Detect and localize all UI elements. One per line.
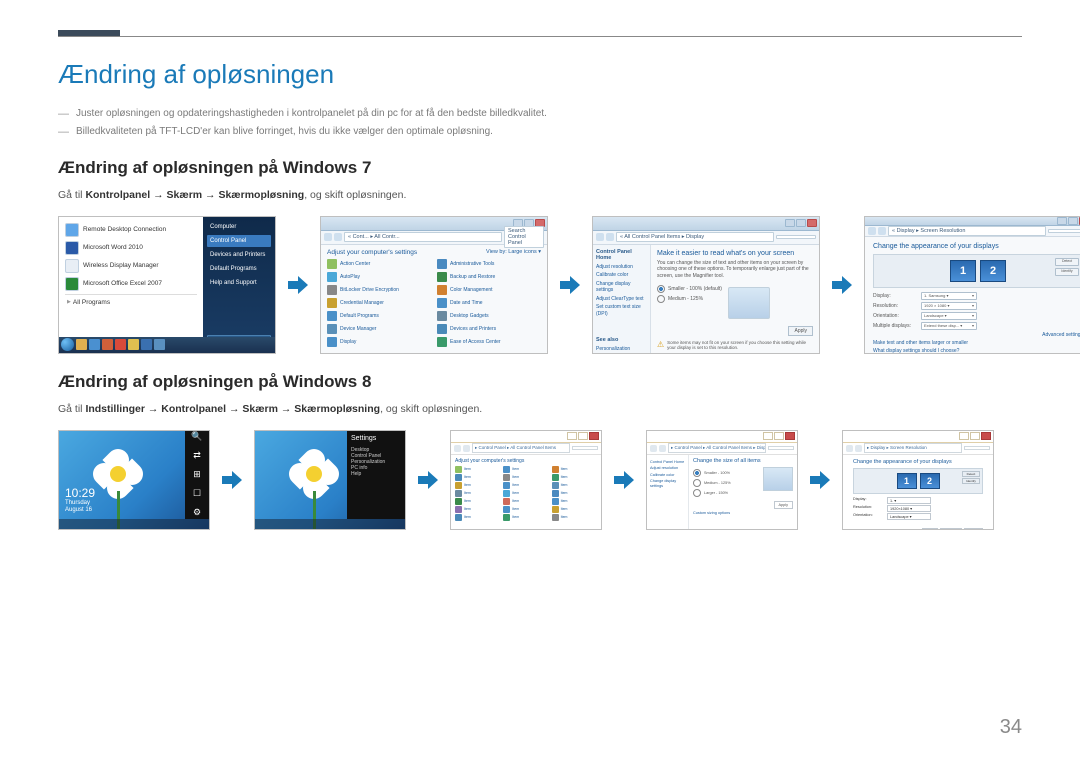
start-menu-item[interactable]: Microsoft Word 2010 (63, 239, 199, 257)
win8-instruction: Gå til Indstillinger → Kontrolpanel → Sk… (58, 402, 1022, 418)
cp-item[interactable]: Credential Manager (327, 297, 431, 309)
start-menu-item[interactable]: Wireless Display Manager (63, 257, 199, 275)
win7-instruction: Gå til Kontrolpanel → Skærm → Skærmopløs… (58, 188, 1022, 204)
win8-display-screenshot: ▸ Control Panel ▸ All Control Panel Item… (646, 430, 798, 530)
start-right-item[interactable]: Devices and Printers (207, 249, 271, 261)
arrow-icon (830, 273, 854, 297)
arrow-icon (612, 468, 636, 492)
cp-item[interactable]: Administrative Tools (437, 258, 541, 270)
cp-item[interactable]: Action Center (327, 258, 431, 270)
win7-heading: Ændring af opløsningen på Windows 7 (58, 158, 1022, 178)
arrow-icon (808, 468, 832, 492)
page-number: 34 (1000, 716, 1022, 739)
start-right-item[interactable]: Help and Support (207, 277, 271, 289)
win7-start-menu-screenshot: Remote Desktop ConnectionMicrosoft Word … (58, 216, 276, 354)
cp-item[interactable]: Backup and Restore (437, 271, 541, 283)
start-right-item[interactable]: Control Panel (207, 235, 271, 247)
flower-icon (289, 449, 339, 499)
charm-icon[interactable]: ⚙ (193, 507, 201, 518)
cp-item[interactable]: Desktop Gadgets (437, 310, 541, 322)
settings-item[interactable]: Control Panel (351, 453, 385, 459)
cp-item[interactable]: Display (327, 336, 431, 348)
win8-control-panel-screenshot: ▸ Control Panel ▸ All Control Panel Item… (450, 430, 602, 530)
charms-bar[interactable]: 🔍 ⇄ ⊞ ☐ ⚙ (185, 431, 209, 519)
arrow-icon (558, 273, 582, 297)
page-title: Ændring af opløsningen (58, 59, 1022, 90)
start-menu-item[interactable]: Microsoft Office Excel 2007 (63, 275, 199, 293)
settings-item[interactable]: Help (351, 471, 385, 477)
arrow-icon (220, 468, 244, 492)
arrow-icon (416, 468, 440, 492)
win7-control-panel-screenshot: « Cont... ▸ All Contr...Search Control P… (320, 216, 548, 354)
cp-item[interactable]: Devices and Printers (437, 323, 541, 335)
charm-icon[interactable]: ⇄ (193, 450, 201, 461)
flower-icon (93, 449, 143, 499)
cp-item[interactable]: Device Manager (327, 323, 431, 335)
arrow-icon (286, 273, 310, 297)
win8-heading: Ændring af opløsningen på Windows 8 (58, 372, 1022, 392)
win8-desktop-charms-screenshot: 🔍 ⇄ ⊞ ☐ ⚙ 10:29 Thursday August 16 (58, 430, 210, 530)
note-1: Juster opløsningen og opdateringshastigh… (58, 106, 1022, 122)
start-right-item[interactable]: Default Programs (207, 263, 271, 275)
settings-item[interactable]: Personalization (351, 459, 385, 465)
win8-flow: 🔍 ⇄ ⊞ ☐ ⚙ 10:29 Thursday August 16 (58, 430, 1022, 530)
cp-item[interactable]: Color Management (437, 284, 541, 296)
charm-icon[interactable]: ⊞ (193, 469, 201, 480)
monitor-1-icon[interactable]: 1 (950, 260, 976, 282)
win7-flow: Remote Desktop ConnectionMicrosoft Word … (58, 216, 1022, 354)
win7-display-screenshot: « All Control Panel Items ▸ Display Cont… (592, 216, 820, 354)
cp-item[interactable]: Ease of Access Center (437, 336, 541, 348)
cp-item[interactable]: Default Programs (327, 310, 431, 322)
preview-monitor-icon (728, 287, 770, 319)
win8-resolution-screenshot: ▸ Display ▸ Screen Resolution Change the… (842, 430, 994, 530)
all-programs[interactable]: All Programs (63, 296, 199, 309)
clock: 10:29 Thursday August 16 (65, 486, 95, 515)
cp-item[interactable]: BitLocker Drive Encryption (327, 284, 431, 296)
start-menu-item[interactable]: Remote Desktop Connection (63, 221, 199, 239)
header-rule (58, 30, 1022, 37)
settings-panel[interactable]: Settings DesktopControl PanelPersonaliza… (347, 431, 405, 519)
start-orb-icon[interactable] (61, 338, 74, 351)
monitor-2-icon[interactable]: 2 (980, 260, 1006, 282)
note-2: Billedkvaliteten på TFT-LCD'er kan blive… (58, 124, 1022, 140)
cp-item[interactable]: Date and Time (437, 297, 541, 309)
taskbar (59, 337, 275, 353)
start-right-item[interactable]: Computer (207, 221, 271, 233)
charm-icon[interactable]: ☐ (193, 488, 201, 499)
cp-item[interactable]: AutoPlay (327, 271, 431, 283)
charm-icon[interactable]: 🔍 (191, 431, 202, 442)
win7-resolution-screenshot: « Display ▸ Screen Resolution Change the… (864, 216, 1080, 354)
win8-settings-charm-screenshot: Settings DesktopControl PanelPersonaliza… (254, 430, 406, 530)
